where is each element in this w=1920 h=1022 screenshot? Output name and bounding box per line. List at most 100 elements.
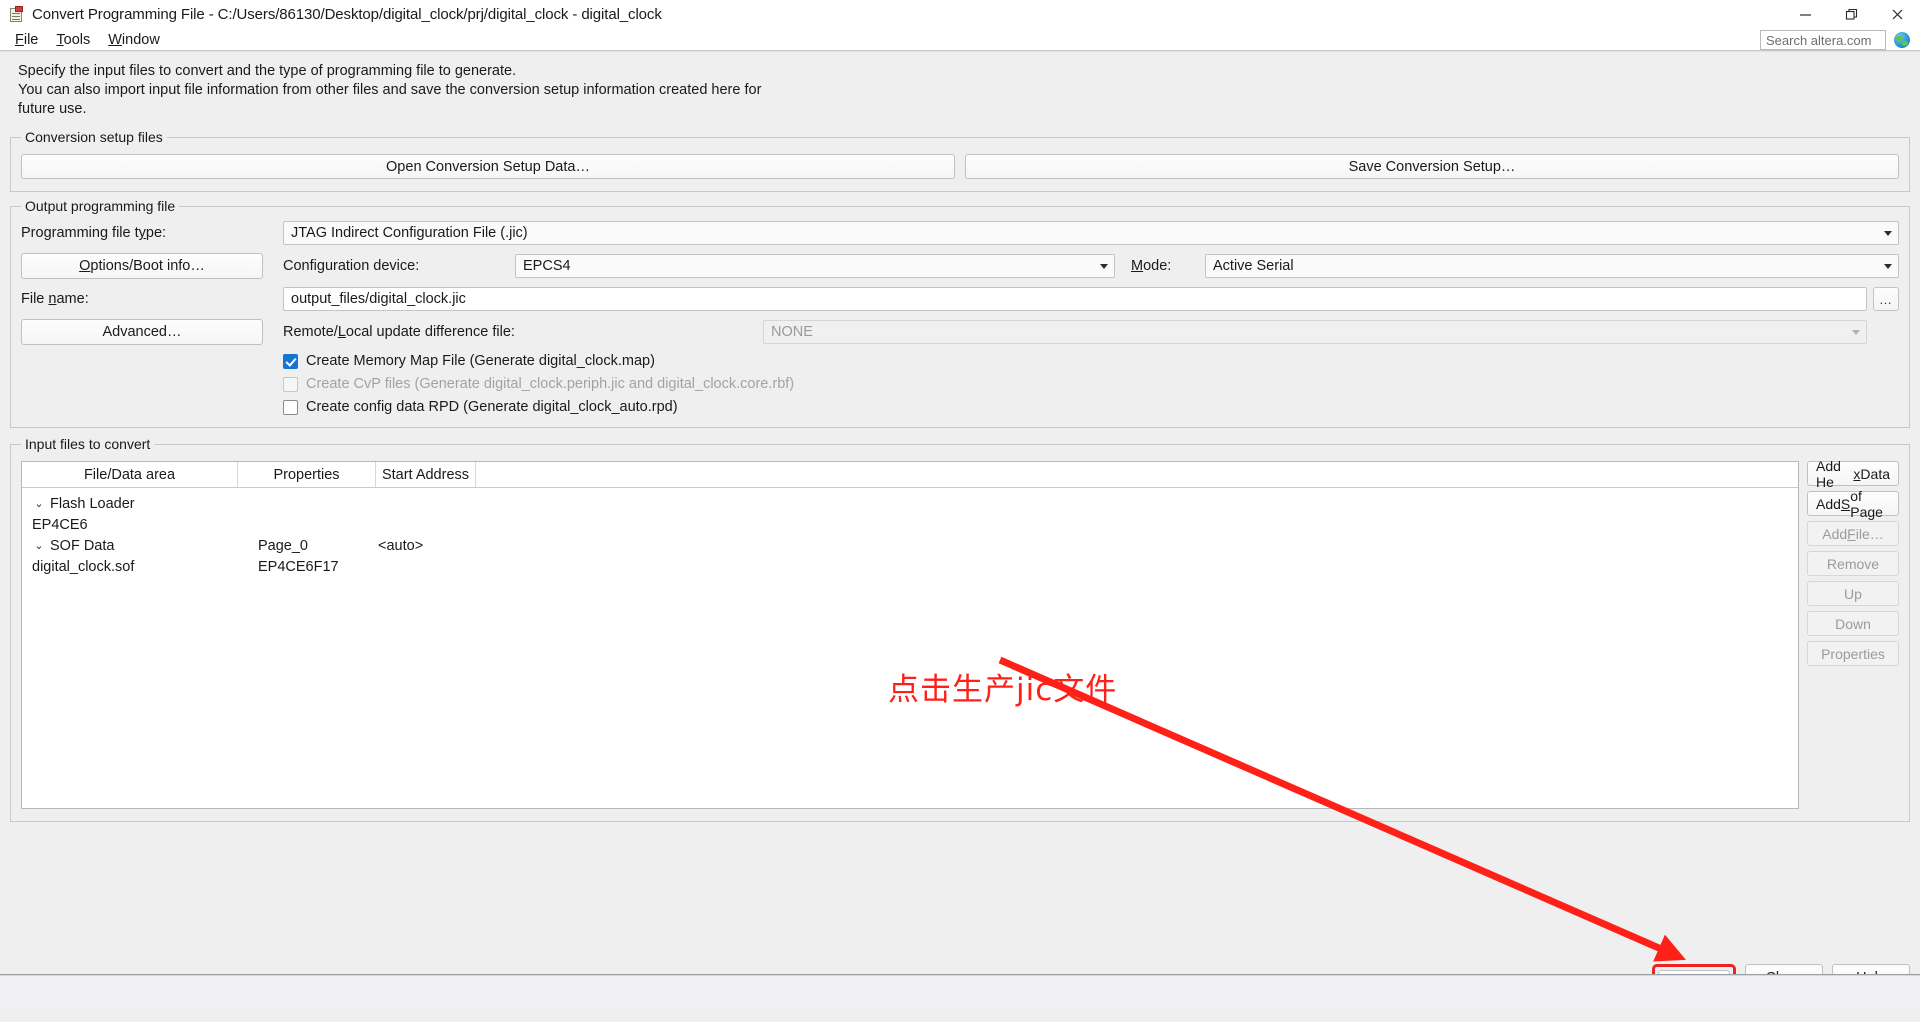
menu-bar: File Tools Window Search altera.com: [0, 29, 1920, 51]
row-file-data-area: EP4CE6: [22, 517, 238, 533]
row-file-data-area: digital_clock.sof: [22, 559, 238, 575]
btn-pre: Add: [1822, 525, 1848, 542]
mode-label-post: ode:: [1143, 258, 1172, 274]
row-properties: EP4CE6F17: [258, 558, 339, 575]
browse-file-button[interactable]: …: [1873, 287, 1899, 311]
menu-window-rest: indow: [121, 31, 160, 48]
input-files-table[interactable]: File/Data area Properties Start Address …: [21, 461, 1799, 809]
chevron-down-icon: [1852, 330, 1860, 335]
remote-label-post: ocal update difference file:: [345, 324, 515, 340]
options-boot-info-button[interactable]: Options/Boot info…: [21, 253, 263, 279]
intro-text: Specify the input files to convert and t…: [10, 52, 840, 123]
programming-file-type-select[interactable]: JTAG Indirect Configuration File (.jic): [283, 221, 1899, 245]
window-controls: [1782, 0, 1920, 29]
btn-mnemonic: F: [1847, 525, 1856, 542]
menu-window[interactable]: Window: [99, 30, 169, 50]
programming-file-type-label: Programming file type:: [21, 225, 283, 241]
cfgdev-label-pre: Confi: [283, 258, 317, 274]
input-files-area: File/Data area Properties Start Address …: [21, 458, 1899, 809]
app-icon: [8, 6, 25, 23]
intro-line-1: Specify the input files to convert and t…: [18, 63, 517, 79]
conversion-setup-buttons: Open Conversion Setup Data… Save Convers…: [21, 154, 1899, 179]
minimize-button[interactable]: [1782, 0, 1828, 29]
table-row[interactable]: ⌄ Flash Loader: [22, 493, 1798, 514]
pft-label-post: pe:: [145, 225, 167, 241]
remote-local-label: Remote/Local update difference file:: [263, 324, 763, 340]
row-label: EP4CE6: [32, 516, 88, 533]
menu-tools-rest: ools: [63, 31, 91, 48]
menu-file[interactable]: File: [6, 30, 47, 50]
row-label: Flash Loader: [50, 495, 135, 512]
mode-label-mnemonic: M: [1131, 258, 1144, 274]
create-config-data-rpd-checkbox[interactable]: [283, 399, 298, 415]
column-header-file-data-area[interactable]: File/Data area: [22, 462, 238, 487]
maximize-button[interactable]: [1828, 0, 1874, 29]
create-memory-map-file-checkbox[interactable]: [283, 353, 298, 369]
row-label: SOF Data: [50, 537, 115, 554]
column-header-start-address[interactable]: Start Address: [376, 462, 476, 487]
table-row[interactable]: EP4CE6: [22, 514, 1798, 535]
input-files-legend: Input files to convert: [21, 436, 155, 452]
btn-post: Data: [1860, 465, 1890, 482]
advanced-button[interactable]: Advanced…: [21, 319, 263, 345]
title-bar: Convert Programming File - C:/Users/8613…: [0, 0, 1920, 29]
intro-line-3: future use.: [18, 101, 87, 117]
chevron-down-icon[interactable]: ⌄: [32, 539, 46, 552]
btn-post: ile…: [1855, 525, 1884, 542]
input-files-group: Input files to convert File/Data area Pr…: [10, 436, 1910, 822]
remote-label-pre: Remote/: [283, 324, 338, 340]
save-conversion-setup-button[interactable]: Save Conversion Setup…: [965, 154, 1899, 179]
btn-pre: Add: [1816, 495, 1841, 512]
row-properties: Page_0: [258, 537, 308, 554]
create-memory-map-file-row[interactable]: Create Memory Map File (Generate digital…: [283, 353, 1899, 369]
create-config-data-rpd-row[interactable]: Create config data RPD (Generate digital…: [283, 399, 1899, 415]
add-hex-data-button[interactable]: Add He x Data: [1807, 458, 1899, 490]
filename-label-post: ame:: [56, 291, 89, 307]
table-row[interactable]: ⌄ SOF Data Page_0 <auto>: [22, 535, 1798, 556]
down-button: Down: [1807, 611, 1899, 636]
configuration-device-select[interactable]: EPCS4: [515, 254, 1115, 278]
options-boot-mnemonic: O: [79, 258, 91, 274]
table-body: ⌄ Flash Loader EP4CE6 ⌄ SOF Data Page_0 …: [22, 488, 1798, 577]
menu-window-mnemonic: W: [108, 31, 122, 48]
row-start-address: <auto>: [378, 537, 424, 554]
chevron-down-icon: [1884, 264, 1892, 269]
file-name-input[interactable]: output_files/digital_clock.jic: [283, 287, 1867, 311]
configuration-device-value: EPCS4: [523, 258, 571, 274]
btn-mnemonic: S: [1840, 495, 1851, 512]
options-boot-post: ptions/Boot info…: [90, 258, 205, 274]
globe-icon[interactable]: [1894, 32, 1910, 48]
add-sof-page-button[interactable]: Add Sof Page: [1807, 488, 1899, 520]
column-header-properties[interactable]: Properties: [238, 462, 376, 487]
menu-file-rest: ile: [23, 31, 39, 48]
output-programming-file-legend: Output programming file: [21, 198, 180, 214]
mode-select[interactable]: Active Serial: [1205, 254, 1899, 278]
search-input[interactable]: Search altera.com: [1760, 30, 1886, 50]
mode-value: Active Serial: [1213, 258, 1294, 274]
create-config-data-rpd-label: Create config data RPD (Generate digital…: [306, 399, 678, 415]
intro-line-2: You can also import input file informati…: [18, 82, 762, 98]
menu-file-mnemonic: F: [15, 31, 24, 48]
create-cvp-files-checkbox: [283, 376, 298, 392]
remove-button: Remove: [1807, 551, 1899, 576]
file-name-value: output_files/digital_clock.jic: [291, 291, 466, 307]
column-header-blank[interactable]: [476, 462, 1798, 487]
taskbar: [0, 975, 1920, 1009]
open-conversion-setup-data-button[interactable]: Open Conversion Setup Data…: [21, 154, 955, 179]
cfgdev-label-mnemonic: g: [316, 258, 325, 274]
pft-label-mnemonic: y: [138, 225, 146, 241]
table-row[interactable]: digital_clock.sof EP4CE6F17: [22, 556, 1798, 577]
row-file-data-area: ⌄ Flash Loader: [22, 496, 238, 512]
add-file-button: Add File…: [1807, 521, 1899, 546]
output-options-checkboxes: Create Memory Map File (Generate digital…: [21, 353, 1899, 415]
cfgdev-label-post: uration device:: [324, 258, 420, 274]
remote-local-row: Advanced… Remote/Local update difference…: [21, 319, 1899, 345]
row-file-data-area: ⌄ SOF Data: [22, 538, 238, 554]
pft-label-pre: Programming file t: [21, 225, 139, 241]
chevron-down-icon[interactable]: ⌄: [32, 497, 46, 510]
menu-tools[interactable]: Tools: [47, 30, 99, 50]
window-title: Convert Programming File - C:/Users/8613…: [32, 6, 662, 23]
properties-button: Properties: [1807, 641, 1899, 666]
close-button[interactable]: [1874, 0, 1920, 29]
chevron-down-icon: [1884, 231, 1892, 236]
